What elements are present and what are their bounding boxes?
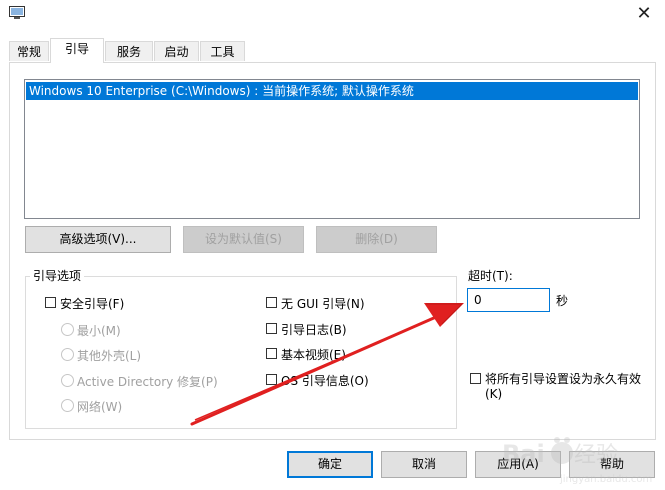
boot-log-label: 引导日志(B) xyxy=(281,323,347,337)
no-gui-boot-checkbox[interactable] xyxy=(266,297,277,308)
tab-boot[interactable]: 引导 xyxy=(50,38,104,63)
tab-services[interactable]: 服务 xyxy=(105,41,153,61)
network-radio[interactable] xyxy=(61,399,74,412)
make-permanent-checkbox[interactable] xyxy=(470,373,481,384)
title-bar xyxy=(0,0,665,30)
tab-startup[interactable]: 启动 xyxy=(154,41,199,61)
boot-entry-list[interactable] xyxy=(24,79,640,219)
no-gui-boot-label: 无 GUI 引导(N) xyxy=(281,297,365,311)
set-default-button[interactable]: 设为默认值(S) xyxy=(183,226,304,253)
minimal-label: 最小(M) xyxy=(77,324,121,338)
tab-general[interactable]: 常规 xyxy=(9,41,49,61)
advanced-options-button[interactable]: 高级选项(V)... xyxy=(25,226,171,253)
os-boot-info-label: OS 引导信息(O) xyxy=(281,374,369,388)
tab-general-label: 常规 xyxy=(16,45,41,59)
baidu-watermark-logo: Bai 经验 jingyan.baidu.com xyxy=(502,437,652,485)
boot-options-group-label: 引导选项 xyxy=(30,267,85,284)
make-permanent-label-key: (K) xyxy=(485,387,503,401)
alternate-shell-label: 其他外壳(L) xyxy=(77,349,142,363)
svg-text:Bai: Bai xyxy=(502,440,545,468)
tab-tools[interactable]: 工具 xyxy=(200,41,245,61)
safe-boot-checkbox[interactable] xyxy=(45,297,56,308)
tab-services-label: 服务 xyxy=(116,45,141,59)
timeout-input[interactable]: 0 xyxy=(467,288,550,312)
base-video-label: 基本视频(E) xyxy=(281,348,346,362)
tab-boot-label: 引导 xyxy=(64,42,89,56)
cancel-button[interactable]: 取消 xyxy=(381,451,467,478)
ok-button[interactable]: 确定 xyxy=(287,451,373,478)
timeout-unit-label: 秒 xyxy=(556,294,569,308)
alternate-shell-radio[interactable] xyxy=(61,348,74,361)
boot-entry-item[interactable]: Windows 10 Enterprise (C:\Windows) : 当前操… xyxy=(26,82,638,100)
ad-repair-radio[interactable] xyxy=(61,374,74,387)
timeout-label: 超时(T): xyxy=(468,269,513,283)
system-config-icon xyxy=(9,6,25,19)
svg-text:jingyan.baidu.com: jingyan.baidu.com xyxy=(559,474,652,485)
tab-tools-label: 工具 xyxy=(210,45,235,59)
os-boot-info-checkbox[interactable] xyxy=(266,374,277,385)
base-video-checkbox[interactable] xyxy=(266,348,277,359)
make-permanent-label: 将所有引导设置设为永久有效 xyxy=(485,372,642,386)
delete-button[interactable]: 删除(D) xyxy=(316,226,437,253)
safe-boot-label: 安全引导(F) xyxy=(60,297,125,311)
boot-log-checkbox[interactable] xyxy=(266,323,277,334)
tab-startup-label: 启动 xyxy=(164,45,189,59)
svg-text:经验: 经验 xyxy=(574,443,618,468)
network-label: 网络(W) xyxy=(77,400,123,414)
minimal-radio[interactable] xyxy=(61,323,74,336)
close-icon[interactable]: ✕ xyxy=(632,3,656,25)
ad-repair-label: Active Directory 修复(P) xyxy=(77,375,218,389)
